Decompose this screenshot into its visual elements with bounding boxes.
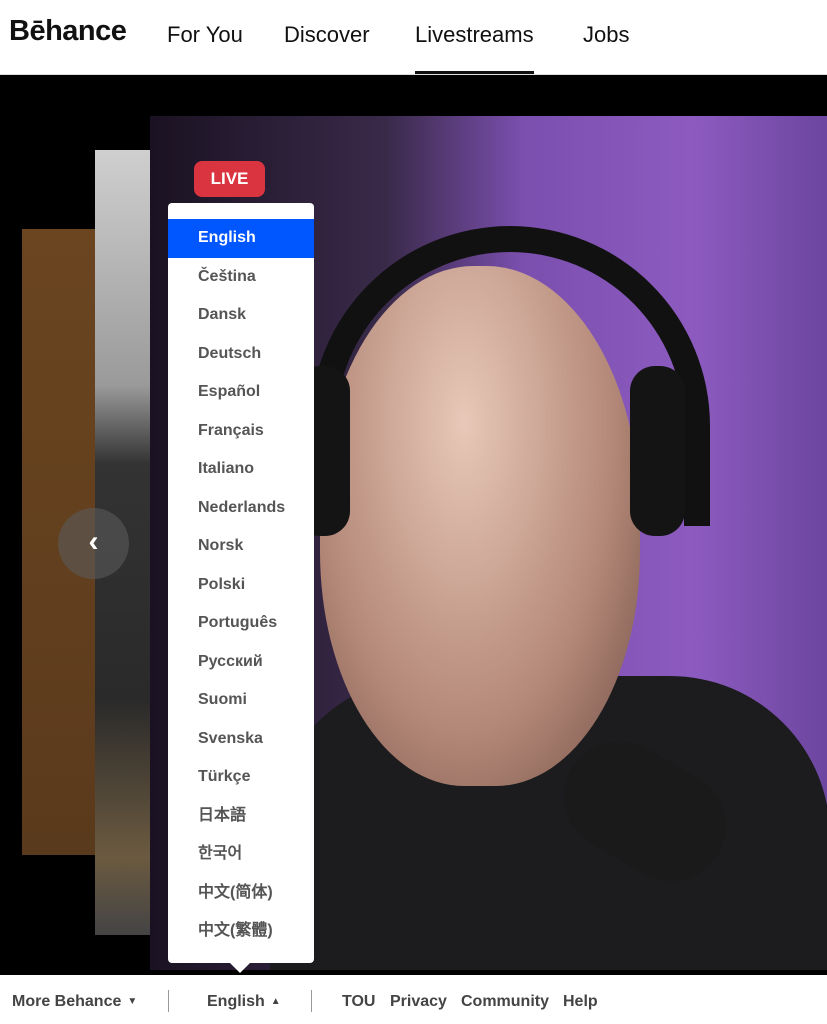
caret-down-icon: ▼	[127, 996, 138, 1007]
language-option[interactable]: Čeština	[168, 258, 314, 297]
top-nav: Bēhance For You Discover Livestreams Job…	[0, 0, 827, 75]
divider	[311, 990, 312, 1012]
caret-up-icon: ▲	[270, 996, 281, 1007]
language-option[interactable]: Türkçe	[168, 758, 314, 797]
nav-for-you[interactable]: For You	[167, 22, 243, 48]
divider	[168, 990, 169, 1012]
language-option[interactable]: Svenska	[168, 720, 314, 759]
link-community[interactable]: Community	[461, 993, 549, 1011]
headphone-cup-right	[630, 366, 685, 536]
language-option[interactable]: Русский	[168, 643, 314, 682]
footer: More Behance ▼ English ▲ TOU Privacy Commu…	[0, 975, 827, 1024]
language-option[interactable]: Dansk	[168, 296, 314, 335]
language-option[interactable]: 中文(繁體)	[168, 912, 314, 951]
language-option[interactable]: Italiano	[168, 450, 314, 489]
behance-logo[interactable]: Bēhance	[9, 15, 127, 48]
language-option[interactable]: Polski	[168, 566, 314, 605]
language-option[interactable]: Norsk	[168, 527, 314, 566]
language-option[interactable]: Nederlands	[168, 489, 314, 528]
link-help[interactable]: Help	[563, 993, 598, 1011]
language-option[interactable]: 日本語	[168, 797, 314, 836]
language-option[interactable]: Español	[168, 373, 314, 412]
language-option[interactable]: Português	[168, 604, 314, 643]
language-option[interactable]: English	[168, 219, 314, 258]
language-label: English	[207, 993, 265, 1010]
language-option[interactable]: Français	[168, 412, 314, 451]
nav-jobs[interactable]: Jobs	[583, 22, 629, 48]
link-privacy[interactable]: Privacy	[390, 993, 447, 1011]
language-button[interactable]: English ▲	[207, 993, 281, 1011]
nav-livestreams[interactable]: Livestreams	[415, 22, 534, 74]
link-tou[interactable]: TOU	[342, 993, 375, 1011]
language-option[interactable]: 中文(简体)	[168, 874, 314, 913]
dropdown-pointer	[230, 963, 250, 973]
language-dropdown: English Čeština Dansk Deutsch Español Françai…	[168, 203, 314, 973]
more-behance-button[interactable]: More Behance ▼	[12, 993, 137, 1011]
live-badge: LIVE	[194, 161, 265, 197]
more-behance-label: More Behance	[12, 993, 122, 1010]
nav-discover[interactable]: Discover	[284, 22, 370, 48]
language-option[interactable]: Suomi	[168, 681, 314, 720]
chevron-left-icon[interactable]: ‹	[58, 508, 129, 579]
language-option[interactable]: 한국어	[168, 835, 314, 874]
language-option[interactable]: Deutsch	[168, 335, 314, 374]
